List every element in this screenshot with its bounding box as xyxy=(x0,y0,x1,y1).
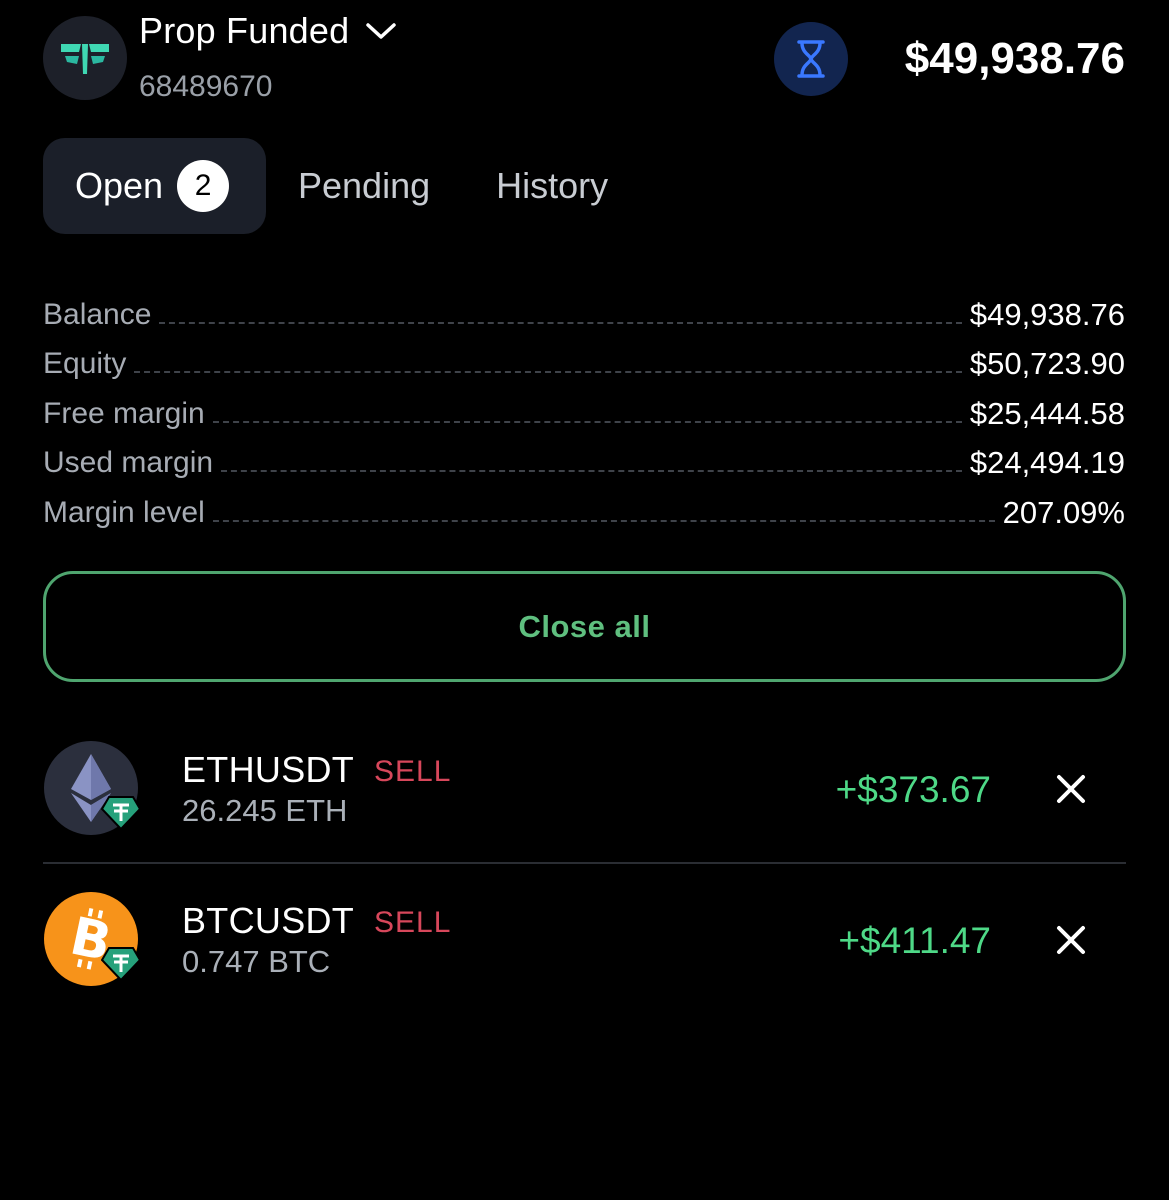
tab-history[interactable]: History xyxy=(462,138,640,234)
position-symbol: BTCUSDT xyxy=(182,900,355,941)
stat-label: Balance xyxy=(43,297,152,331)
stat-label: Free margin xyxy=(43,396,205,430)
account-id: 68489670 xyxy=(139,70,273,103)
stat-label: Equity xyxy=(43,347,127,381)
close-icon[interactable] xyxy=(1051,769,1091,809)
position-row[interactable]: B BTCUSDT SELL 0.747 BTC +$411.47 xyxy=(43,886,1126,996)
stat-row-balance: Balance $49,938.76 xyxy=(43,290,1125,340)
stat-row-used-margin: Used margin $24,494.19 xyxy=(43,439,1125,489)
stat-value: $24,494.19 xyxy=(969,445,1125,481)
dotted-leader xyxy=(212,519,995,522)
position-pnl: +$411.47 xyxy=(838,920,991,961)
stat-value: $25,444.58 xyxy=(969,395,1125,431)
position-volume: 0.747 BTC xyxy=(182,944,331,979)
account-name: Prop Funded xyxy=(139,10,350,51)
stat-value: 207.09% xyxy=(1002,494,1125,530)
tether-icon xyxy=(100,946,142,987)
stat-value: $50,723.90 xyxy=(969,346,1125,382)
tab-history-label: History xyxy=(496,165,609,206)
position-tabs: Open 2 Pending History xyxy=(43,138,640,234)
stat-row-margin-level: Margin level 207.09% xyxy=(43,488,1125,538)
hourglass-icon[interactable] xyxy=(774,22,848,96)
tab-pending-label: Pending xyxy=(298,165,431,206)
account-selector[interactable]: Prop Funded xyxy=(139,10,397,52)
account-stats: Balance $49,938.76 Equity $50,723.90 Fre… xyxy=(43,290,1125,538)
position-symbol: ETHUSDT xyxy=(182,749,355,790)
tab-open-label: Open xyxy=(75,165,164,206)
position-side: SELL xyxy=(374,755,452,788)
open-count-badge: 2 xyxy=(177,160,230,212)
close-icon[interactable] xyxy=(1051,920,1091,960)
dotted-leader xyxy=(212,420,962,423)
prop-funded-logo xyxy=(43,16,127,100)
position-pnl: +$373.67 xyxy=(835,769,991,810)
dotted-leader xyxy=(134,371,962,374)
position-volume: 26.245 ETH xyxy=(182,793,348,828)
tab-open[interactable]: Open 2 xyxy=(43,138,266,234)
close-all-button[interactable]: Close all xyxy=(43,571,1126,682)
tab-pending[interactable]: Pending xyxy=(266,138,462,234)
stat-label: Used margin xyxy=(43,446,214,480)
chevron-down-icon xyxy=(365,21,397,46)
header-balance: $49,938.76 xyxy=(904,34,1125,83)
tether-icon xyxy=(100,795,142,836)
divider xyxy=(43,862,1126,864)
stat-value: $49,938.76 xyxy=(969,296,1125,332)
dotted-leader xyxy=(221,470,962,473)
stat-row-equity: Equity $50,723.90 xyxy=(43,340,1125,390)
header: Prop Funded 68489670 $49,938.76 xyxy=(0,0,1169,120)
dotted-leader xyxy=(159,321,962,324)
position-side: SELL xyxy=(374,906,452,939)
position-row[interactable]: ETHUSDT SELL 26.245 ETH +$373.67 xyxy=(43,735,1126,845)
stat-label: Margin level xyxy=(43,495,205,529)
stat-row-free-margin: Free margin $25,444.58 xyxy=(43,389,1125,439)
